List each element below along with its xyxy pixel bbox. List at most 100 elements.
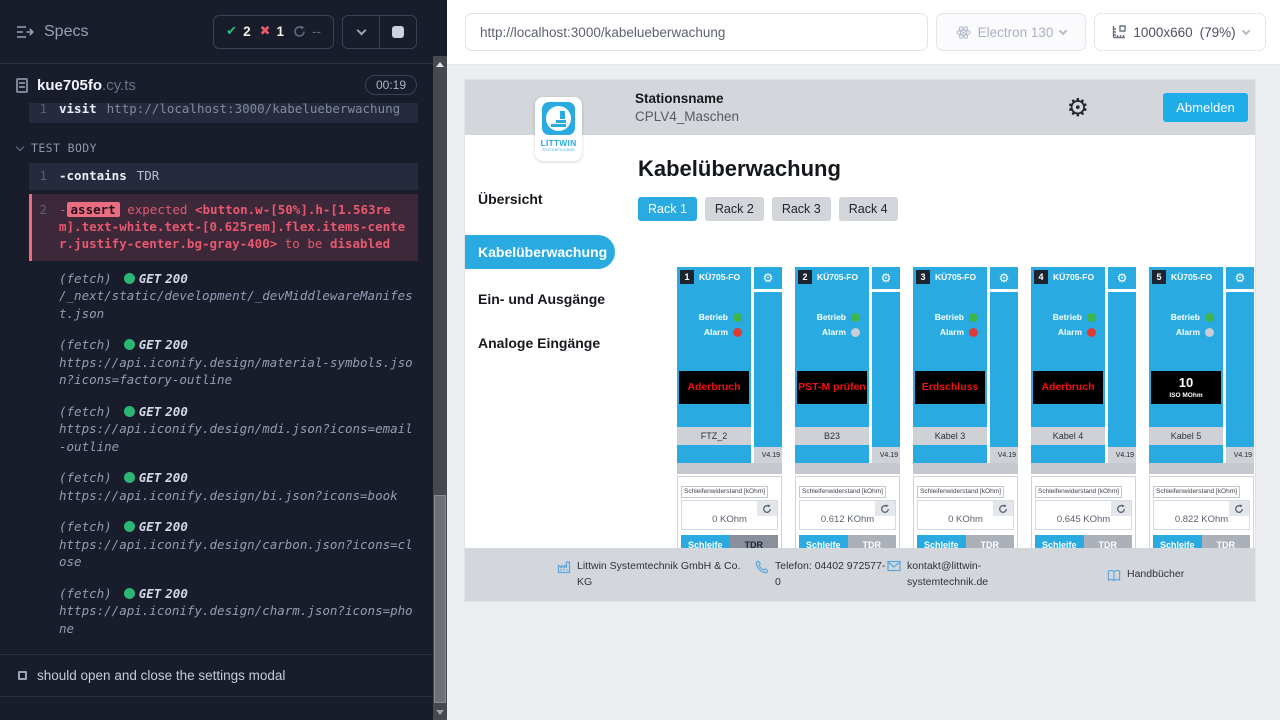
- schleife-button[interactable]: Schleife: [1153, 535, 1202, 548]
- app-header: LITTWIN SYSTEMTECHNIK Stationsname CPLV4…: [465, 80, 1255, 135]
- scroll-up-arrow[interactable]: [436, 62, 444, 67]
- footer-manuals-text: Handbücher: [1127, 567, 1184, 583]
- status-text: Aderbruch: [687, 382, 740, 393]
- fetch-method: GET: [139, 270, 162, 288]
- scrollbar-thumb[interactable]: [434, 495, 446, 703]
- scroll-down-arrow[interactable]: [436, 710, 444, 715]
- device-card: 1 KÜ705-FO Betrieb Alarm: [677, 267, 782, 548]
- resistance-panel: Schleifenwiderstand [kOhm] 0.822 KOhm Sc…: [1149, 476, 1254, 548]
- sidebar-item[interactable]: Ein- und Ausgänge: [465, 291, 620, 307]
- schleife-button[interactable]: Schleife: [799, 535, 848, 548]
- tdr-button[interactable]: TDR: [848, 535, 897, 548]
- schleife-button[interactable]: Schleife: [681, 535, 730, 548]
- test-body-header[interactable]: TEST BODY: [17, 141, 418, 155]
- fetch-label: (fetch): [59, 403, 112, 421]
- fetch-row[interactable]: (fetch)GET200 https://api.iconify.design…: [29, 511, 418, 578]
- cypress-panel: Specs ✔2 ✖1 -- kue705fo .cy.ts 00:19: [0, 0, 433, 720]
- footer-company: Littwin Systemtechnik GmbH & Co. KG: [557, 559, 755, 591]
- card-gear-icon[interactable]: ⚙: [754, 267, 782, 289]
- status-text: 10: [1179, 376, 1193, 389]
- viewport-select[interactable]: 1000x660 (79%): [1094, 13, 1266, 51]
- resistance-panel: Schleifenwiderstand [kOhm] 0.645 KOhm Sc…: [1031, 476, 1136, 548]
- cable-name: Kabel 4: [1031, 427, 1105, 445]
- fetch-row[interactable]: (fetch)GET200 https://api.iconify.design…: [29, 578, 418, 645]
- specs-list-icon: [16, 25, 34, 39]
- collapse-button[interactable]: [343, 16, 379, 48]
- runner-actions: [342, 15, 417, 49]
- fetch-row[interactable]: (fetch)GET200 https://api.iconify.design…: [29, 462, 418, 511]
- cable-name: FTZ_2: [677, 427, 751, 445]
- footer-phone-text: Telefon: 04402 972577-0: [775, 559, 887, 591]
- device-model: KÜ705-FO: [1053, 272, 1094, 282]
- divider: [795, 463, 900, 474]
- book-icon: [1107, 569, 1121, 582]
- refresh-icon: [762, 504, 772, 514]
- spec-file-row[interactable]: kue705fo .cy.ts 00:19: [0, 64, 433, 103]
- app-sidebar: Übersicht Kabelüberwachung Ein- und Ausg…: [465, 135, 620, 548]
- status-text: PST-M prüfen: [798, 382, 866, 393]
- rack-tab[interactable]: Rack 2: [705, 197, 764, 221]
- url-input[interactable]: [465, 13, 928, 51]
- card-gear-icon[interactable]: ⚙: [1108, 267, 1136, 289]
- factory-icon: [557, 560, 571, 574]
- specs-toggle[interactable]: Specs: [16, 23, 88, 41]
- fetch-row[interactable]: (fetch)GET200 https://api.iconify.design…: [29, 329, 418, 396]
- alarm-label: Alarm: [822, 327, 846, 337]
- stop-button[interactable]: [380, 16, 416, 48]
- tdr-button[interactable]: TDR: [1084, 535, 1133, 548]
- card-gear-icon[interactable]: ⚙: [872, 267, 900, 289]
- test-stats[interactable]: ✔2 ✖1 --: [213, 15, 334, 49]
- assert-tobe: to be: [285, 236, 323, 251]
- status-display: Aderbruch: [679, 371, 749, 404]
- card-gear-icon[interactable]: ⚙: [990, 267, 1018, 289]
- logout-button[interactable]: Abmelden: [1163, 93, 1248, 122]
- line-number: 1: [29, 168, 59, 185]
- logo-subtitle: SYSTEMTECHNIK: [542, 148, 574, 152]
- tdr-button[interactable]: TDR: [1202, 535, 1251, 548]
- slot-number-badge: 2: [798, 270, 812, 284]
- line-number: 2: [32, 202, 59, 253]
- fetch-row[interactable]: (fetch)GET200 https://api.iconify.design…: [29, 396, 418, 463]
- fetch-url: https://api.iconify.design/mdi.json?icon…: [59, 421, 413, 454]
- alarm-led: [1087, 328, 1096, 337]
- slot-number-badge: 5: [1152, 270, 1166, 284]
- preview-pane: Electron 130 1000x660 (79%) LITTWIN SYST…: [447, 0, 1280, 720]
- resistance-panel: Schleifenwiderstand [kOhm] 0 KOhm Schlei…: [677, 476, 782, 548]
- tdr-button[interactable]: TDR: [730, 535, 779, 548]
- rack-tab[interactable]: Rack 1: [638, 197, 697, 221]
- fetch-row[interactable]: (fetch)GET200 /_next/static/development/…: [29, 263, 418, 330]
- slot-number-badge: 3: [916, 270, 930, 284]
- schleife-button[interactable]: Schleife: [1035, 535, 1084, 548]
- status-display: Erdschluss: [915, 371, 985, 404]
- assert-failed-row[interactable]: 2 -assert expected <button.w-[50%].h-[1.…: [29, 194, 418, 261]
- sidebar-item[interactable]: Übersicht: [465, 191, 620, 207]
- betrieb-label: Betrieb: [935, 312, 964, 322]
- footer-company-text: Littwin Systemtechnik GmbH & Co. KG: [577, 559, 755, 591]
- sidebar-item[interactable]: Kabelüberwachung: [465, 235, 615, 269]
- panel-scrollbar[interactable]: [433, 0, 447, 720]
- phone-icon: [755, 560, 769, 574]
- rack-tab[interactable]: Rack 3: [772, 197, 831, 221]
- tdr-button[interactable]: TDR: [966, 535, 1015, 548]
- status-text: Erdschluss: [922, 382, 979, 393]
- refresh-icon: [880, 504, 890, 514]
- schleife-button[interactable]: Schleife: [917, 535, 966, 548]
- contains-command-row[interactable]: 1 -containsTDR: [29, 163, 418, 190]
- fetch-label: (fetch): [59, 270, 112, 288]
- refresh-icon: [1116, 504, 1126, 514]
- fetch-status: 200: [165, 585, 188, 603]
- pending-test-icon: [18, 671, 27, 680]
- settings-gear-icon[interactable]: ⚙: [1067, 95, 1089, 120]
- card-gear-icon[interactable]: ⚙: [1226, 267, 1254, 289]
- firmware-version: V4.19: [1226, 447, 1254, 463]
- footer-manuals[interactable]: Handbücher: [1107, 567, 1184, 583]
- rack-tab[interactable]: Rack 4: [839, 197, 898, 221]
- sidebar-item[interactable]: Analoge Eingänge: [465, 335, 620, 351]
- pending-test-row[interactable]: should open and close the settings modal: [0, 654, 433, 697]
- alarm-led: [733, 328, 742, 337]
- browser-select[interactable]: Electron 130: [936, 13, 1086, 51]
- slot-number-badge: 4: [1034, 270, 1048, 284]
- rack-tabs: Rack 1 Rack 2 Rack 3 Rack 4: [638, 197, 1255, 221]
- fetch-url: /_next/static/development/_devMiddleware…: [59, 288, 413, 321]
- visit-command-row[interactable]: 1 visithttp://localhost:3000/kabelueberw…: [29, 103, 418, 123]
